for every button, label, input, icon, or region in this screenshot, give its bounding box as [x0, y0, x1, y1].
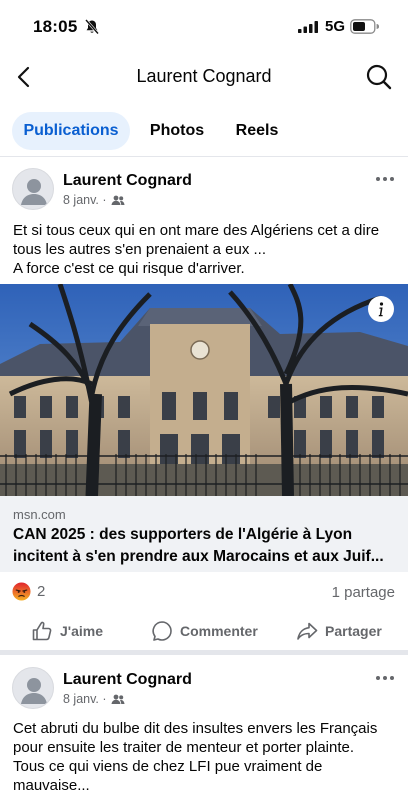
comment-icon	[152, 621, 172, 641]
link-preview[interactable]: msn.com CAN 2025 : des supporters de l'A…	[0, 496, 408, 572]
avatar[interactable]	[12, 667, 54, 709]
post-author[interactable]: Laurent Cognard	[63, 172, 192, 190]
post-text: Et si tous ceux qui en ont mare des Algé…	[13, 222, 380, 277]
reaction-count: 2	[37, 583, 46, 600]
link-title: CAN 2025 : des supporters de l'Algérie à…	[13, 526, 384, 565]
link-preview-image[interactable]	[0, 284, 408, 496]
post-author[interactable]: Laurent Cognard	[63, 671, 192, 689]
friends-icon	[111, 694, 125, 704]
share-count[interactable]: 1 partage	[332, 584, 395, 601]
post-date[interactable]: 8 janv. ·	[63, 193, 107, 207]
share-button[interactable]: Partager	[296, 618, 382, 644]
like-button[interactable]: J'aime	[31, 618, 103, 644]
post-text: Cet abruti du bulbe dit des insultes env…	[13, 720, 378, 794]
signal-icon	[298, 21, 318, 33]
tab-publications[interactable]: Publications	[12, 112, 130, 150]
battery-icon	[350, 19, 379, 34]
share-icon	[297, 622, 318, 640]
share-label: Partager	[325, 623, 382, 639]
more-icon[interactable]	[375, 675, 395, 681]
info-glyph-icon	[378, 302, 384, 317]
comment-label: Commenter	[180, 623, 258, 639]
link-domain: msn.com	[13, 507, 66, 522]
profile-tabs: Publications Photos Reels	[0, 112, 408, 150]
bell-off-icon	[85, 19, 99, 35]
tab-photos[interactable]: Photos	[140, 112, 214, 150]
friends-icon	[111, 195, 125, 205]
tab-reels[interactable]: Reels	[226, 112, 288, 150]
post-date[interactable]: 8 janv. ·	[63, 692, 107, 706]
status-time: 18:05	[33, 17, 78, 36]
network-label: 5G	[325, 18, 346, 35]
avatar-silhouette-icon	[21, 678, 47, 704]
info-icon[interactable]	[368, 296, 394, 322]
like-icon	[32, 621, 52, 641]
nav-bar: Laurent Cognard	[0, 54, 408, 102]
like-label: J'aime	[60, 623, 104, 639]
more-icon[interactable]	[375, 176, 395, 182]
status-bar: 18:05 5G	[0, 0, 408, 54]
post-meta: 8 janv. ·	[63, 193, 125, 207]
avatar-silhouette-icon	[21, 179, 47, 205]
avatar[interactable]	[12, 168, 54, 210]
page-title: Laurent Cognard	[136, 66, 272, 86]
reactions-summary[interactable]: 2	[12, 582, 45, 601]
comment-button[interactable]: Commenter	[151, 618, 258, 644]
post-meta: 8 janv. ·	[63, 692, 125, 706]
angry-reaction-icon	[12, 582, 31, 601]
post-separator	[0, 650, 408, 655]
building-photo	[0, 284, 408, 496]
search-icon[interactable]	[365, 63, 393, 91]
divider	[0, 156, 408, 157]
